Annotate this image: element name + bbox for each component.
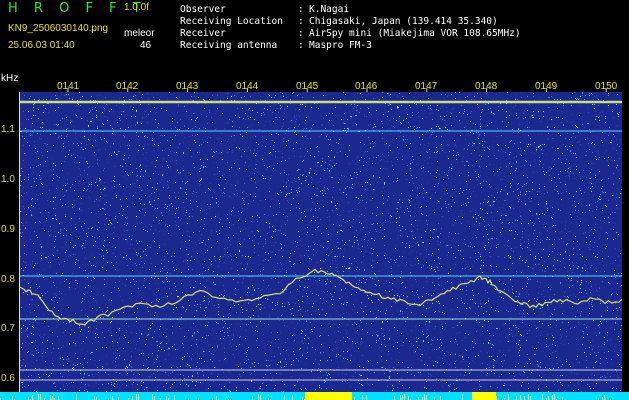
strip-spike xyxy=(604,395,605,400)
strip-spike xyxy=(394,396,395,400)
strip-spike xyxy=(58,396,59,400)
strip-spike xyxy=(12,396,13,400)
count-label: 46 xyxy=(140,40,152,51)
strip-spike xyxy=(554,394,555,400)
version-label: 1.0.0f xyxy=(124,2,150,13)
strip-spike xyxy=(542,394,543,400)
strip-spike xyxy=(362,395,363,400)
strip-spike xyxy=(40,394,41,400)
strip-spike xyxy=(408,396,409,400)
datetime-label: 25.06.03 01:40 xyxy=(8,40,75,51)
receiver-label: Receiver xyxy=(180,28,226,39)
strip-spike xyxy=(524,396,525,400)
y-tick-label: 0.8 xyxy=(1,274,15,285)
y-tick-label: 0.6 xyxy=(1,373,15,384)
strip-spike xyxy=(366,395,367,400)
strip-spike xyxy=(154,396,155,400)
noise-layer xyxy=(20,92,622,392)
strip-spike xyxy=(462,394,463,400)
strip-spike xyxy=(400,395,401,400)
antenna-label: Receiving antenna xyxy=(180,40,278,51)
strip-spike xyxy=(138,394,139,400)
strip-spike xyxy=(52,396,53,400)
observer-label: Observer xyxy=(180,4,226,15)
y-tick-label: 1.0 xyxy=(1,174,15,185)
strip-spike xyxy=(258,394,259,400)
strip-spike xyxy=(508,394,509,400)
strip-spike xyxy=(38,394,39,400)
spectrogram-plot xyxy=(20,92,622,392)
signal-strength-strip xyxy=(0,392,629,400)
strip-spike xyxy=(516,396,517,400)
strip-spike xyxy=(174,395,175,400)
strip-spike xyxy=(496,396,497,400)
strip-spike xyxy=(548,396,549,400)
strip-spike xyxy=(152,394,153,400)
observer-sep: : xyxy=(298,4,304,15)
strip-spike xyxy=(112,396,113,400)
y-tick-label: 0.7 xyxy=(1,323,15,334)
strip-spike xyxy=(76,394,77,400)
antenna-value: Maspro FM-3 xyxy=(309,40,372,51)
location-label: Receiving Location xyxy=(180,16,283,27)
strip-spike xyxy=(32,395,33,400)
receiver-sep: : xyxy=(298,28,304,39)
strip-spike xyxy=(552,395,553,400)
header-panel: H R O F F T 1.0.0f KN9_2506030140.png me… xyxy=(0,0,629,78)
y-tick-label: 0.9 xyxy=(1,224,15,235)
strip-spike xyxy=(260,395,261,400)
meteor-burst xyxy=(305,392,352,400)
strip-spike xyxy=(528,394,529,400)
station-label: meleor xyxy=(124,28,155,39)
antenna-sep: : xyxy=(298,40,304,51)
strip-spike xyxy=(530,396,531,400)
strip-spike xyxy=(292,395,293,400)
strip-spike xyxy=(402,395,403,400)
location-sep: : xyxy=(298,16,304,27)
strip-spike xyxy=(166,396,167,400)
strip-spike xyxy=(50,395,51,400)
strip-spike xyxy=(216,396,217,400)
location-value: Chigasaki, Japan (139.414 35.340) xyxy=(309,16,498,27)
receiver-value: AirSpy mini (Miakejima VOR 108.65MHz) xyxy=(309,28,521,39)
strip-spike xyxy=(94,396,95,400)
strip-spike xyxy=(424,394,425,400)
doppler-trace xyxy=(20,268,622,326)
spectrogram-canvas xyxy=(20,92,622,392)
strip-spike xyxy=(440,396,441,400)
strip-spike xyxy=(252,396,253,400)
y-axis-unit: kHz xyxy=(1,73,19,84)
filename-label: KN9_2506030140.png xyxy=(8,23,109,34)
strip-spike xyxy=(520,395,521,400)
observer-value: K.Nagai xyxy=(309,4,350,15)
strip-spike xyxy=(284,395,285,400)
strip-spike xyxy=(426,395,427,400)
strip-spike xyxy=(404,394,405,400)
meteor-burst xyxy=(472,392,496,400)
strip-spike xyxy=(132,396,133,400)
strip-canvas xyxy=(0,392,611,400)
y-tick-label: 1.1 xyxy=(1,124,15,135)
strip-spike xyxy=(136,394,137,400)
